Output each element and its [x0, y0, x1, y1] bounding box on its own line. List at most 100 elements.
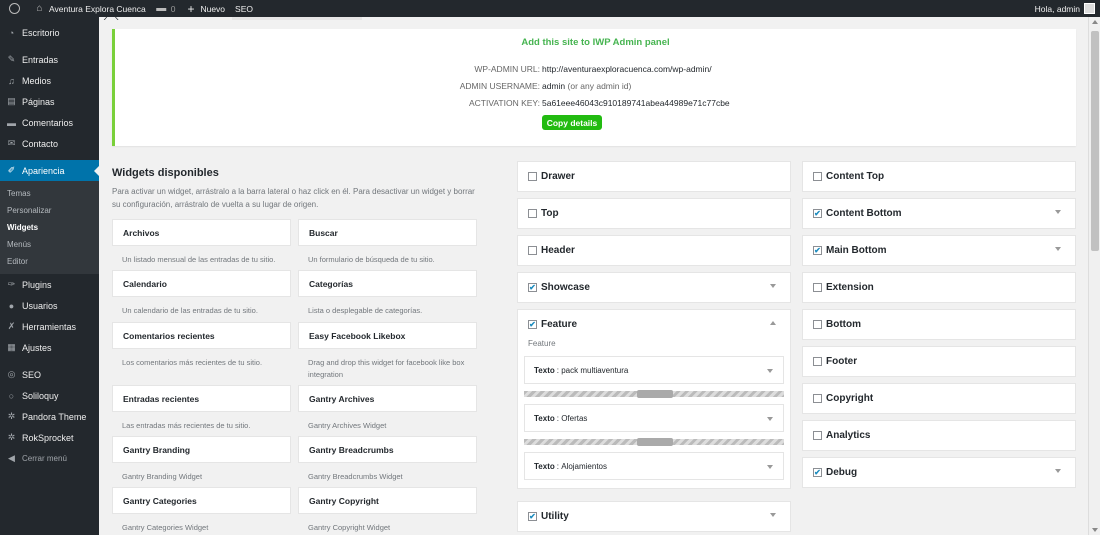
submenu-widgets[interactable]: Widgets [0, 219, 99, 236]
widget-comentarios-recientes[interactable]: Comentarios recientes Los comentarios más… [112, 322, 291, 369]
menu-item-soliloquy[interactable]: ○ Soliloquy [0, 385, 99, 406]
widget-gantry-breadcrumbs[interactable]: Gantry Breadcrumbs Gantry Breadcrumbs Wid… [298, 436, 477, 483]
site-name-link[interactable]: ⌂ Aventura Explora Cuenca [29, 0, 151, 17]
widget-title[interactable]: Gantry Branding [112, 436, 291, 463]
seo-menu[interactable]: SEO [230, 0, 258, 17]
checkbox[interactable] [813, 283, 822, 292]
menu-item-seo[interactable]: ◎ SEO [0, 364, 99, 385]
sidebar-content-top[interactable]: Content Top [802, 161, 1076, 192]
sidebar-debug[interactable]: ✔ Debug [802, 457, 1076, 488]
menu-item-contacto[interactable]: ✉ Contacto [0, 133, 99, 154]
checkbox-checked[interactable]: ✔ [813, 246, 822, 255]
widget-easy-facebook-likebox[interactable]: Easy Facebook Likebox Drag and drop this … [298, 322, 477, 381]
scroll-down-icon[interactable] [1092, 528, 1098, 532]
sidebar-drawer[interactable]: Drawer [517, 161, 791, 192]
widget-title[interactable]: Entradas recientes [112, 385, 291, 412]
checkbox[interactable] [528, 209, 537, 218]
menu-item-paginas[interactable]: ▤ Páginas [0, 91, 99, 112]
sidebar-header[interactable]: Content Top [803, 162, 1075, 191]
sidebar-top[interactable]: Top [517, 198, 791, 229]
widget-categorias[interactable]: Categorías Lista o desplegable de categor… [298, 270, 477, 317]
sidebar-showcase[interactable]: ✔ Showcase [517, 272, 791, 303]
sidebar-utility[interactable]: ✔ Utility [517, 501, 791, 532]
my-account-menu[interactable]: Hola, admin [1030, 0, 1100, 17]
menu-item-herramientas[interactable]: ✗ Herramientas [0, 316, 99, 337]
checkbox[interactable] [813, 320, 822, 329]
menu-item-ajustes[interactable]: ▦ Ajustes [0, 337, 99, 358]
widget-gantry-branding[interactable]: Gantry Branding Gantry Branding Widget [112, 436, 291, 483]
sidebar-header[interactable]: Footer [803, 347, 1075, 376]
menu-item-medios[interactable]: ♫ Medios [0, 70, 99, 91]
menu-item-roksprocket[interactable]: ✲ RokSprocket [0, 427, 99, 448]
chevron-down-icon[interactable] [1055, 247, 1061, 251]
chevron-down-icon[interactable] [767, 417, 773, 421]
widget-archivos[interactable]: Archivos Un listado mensual de las entrad… [112, 219, 291, 266]
sidebar-header-area[interactable]: Header [517, 235, 791, 266]
chevron-up-icon[interactable] [770, 321, 776, 325]
menu-item-escritorio[interactable]: ◔ Escritorio [0, 22, 99, 43]
sidebar-header[interactable]: ✔ Main Bottom [803, 236, 1075, 265]
widget-calendario[interactable]: Calendario Un calendario de las entradas … [112, 270, 291, 317]
page-scrollbar[interactable] [1088, 17, 1100, 535]
drag-handle[interactable] [637, 390, 673, 398]
checkbox[interactable] [813, 394, 822, 403]
sidebar-header[interactable]: Copyright [803, 384, 1075, 413]
checkbox[interactable] [528, 246, 537, 255]
sidebar-extension[interactable]: Extension [802, 272, 1076, 303]
widget-title[interactable]: Gantry Breadcrumbs [298, 436, 477, 463]
wp-logo-menu[interactable] [0, 0, 29, 17]
widget-title[interactable]: Archivos [112, 219, 291, 246]
checkbox[interactable] [813, 357, 822, 366]
chevron-down-icon[interactable] [1055, 210, 1061, 214]
sidebar-header[interactable]: Bottom [803, 310, 1075, 339]
checkbox[interactable] [528, 172, 537, 181]
collapse-menu-button[interactable]: ◀ Cerrar menú [0, 448, 99, 469]
widget-texto-ofertas[interactable]: Texto: Ofertas [524, 404, 784, 432]
menu-item-comentarios[interactable]: ▬ Comentarios [0, 112, 99, 133]
chevron-down-icon[interactable] [767, 369, 773, 373]
sidebar-analytics[interactable]: Analytics [802, 420, 1076, 451]
widget-buscar[interactable]: Buscar Un formulario de búsqueda de tu si… [298, 219, 477, 266]
chevron-down-icon[interactable] [767, 465, 773, 469]
new-content-link[interactable]: + Nuevo [180, 0, 230, 17]
widget-title[interactable]: Gantry Categories [112, 487, 291, 514]
checkbox-checked[interactable]: ✔ [813, 468, 822, 477]
widget-title[interactable]: Gantry Archives [298, 385, 477, 412]
checkbox-checked[interactable]: ✔ [813, 209, 822, 218]
sidebar-header[interactable]: ✔ Showcase [518, 273, 790, 302]
sidebar-header[interactable]: ✔ Content Bottom [803, 199, 1075, 228]
comments-link[interactable]: ▬ 0 [151, 0, 181, 17]
sidebar-header[interactable]: ✔ Debug [803, 458, 1075, 487]
chevron-down-icon[interactable] [770, 284, 776, 288]
checkbox[interactable] [813, 172, 822, 181]
submenu-temas[interactable]: Temas [0, 185, 99, 202]
sidebar-content-bottom[interactable]: ✔ Content Bottom [802, 198, 1076, 229]
submenu-personalizar[interactable]: Personalizar [0, 202, 99, 219]
submenu-editor[interactable]: Editor [0, 253, 99, 270]
chevron-down-icon[interactable] [1055, 469, 1061, 473]
sidebar-header[interactable]: Header [518, 236, 790, 265]
sidebar-header[interactable]: Extension [803, 273, 1075, 302]
submenu-menus[interactable]: Menús [0, 236, 99, 253]
menu-item-pandora-theme[interactable]: ✲ Pandora Theme [0, 406, 99, 427]
sidebar-copyright[interactable]: Copyright [802, 383, 1076, 414]
menu-item-plugins[interactable]: ✑ Plugins [0, 274, 99, 295]
sidebar-header[interactable]: ✔ Feature [518, 310, 790, 339]
scrollbar-thumb[interactable] [1091, 31, 1099, 251]
widget-gantry-copyright[interactable]: Gantry Copyright Gantry Copyright Widget [298, 487, 477, 534]
widget-title[interactable]: Comentarios recientes [112, 322, 291, 349]
checkbox-checked[interactable]: ✔ [528, 512, 537, 521]
sidebar-feature[interactable]: ✔ Feature Feature Texto: pack multiaventu… [517, 309, 791, 489]
widget-gantry-categories[interactable]: Gantry Categories Gantry Categories Widge… [112, 487, 291, 534]
sidebar-bottom[interactable]: Bottom [802, 309, 1076, 340]
checkbox-checked[interactable]: ✔ [528, 283, 537, 292]
widget-title[interactable]: Buscar [298, 219, 477, 246]
sidebar-main-bottom[interactable]: ✔ Main Bottom [802, 235, 1076, 266]
widget-title[interactable]: Gantry Copyright [298, 487, 477, 514]
menu-item-usuarios[interactable]: ● Usuarios [0, 295, 99, 316]
menu-item-apariencia[interactable]: ✐ Apariencia [0, 160, 99, 181]
sidebar-header[interactable]: Drawer [518, 162, 790, 191]
sidebar-footer[interactable]: Footer [802, 346, 1076, 377]
sidebar-header[interactable]: Top [518, 199, 790, 228]
widget-title[interactable]: Easy Facebook Likebox [298, 322, 477, 349]
